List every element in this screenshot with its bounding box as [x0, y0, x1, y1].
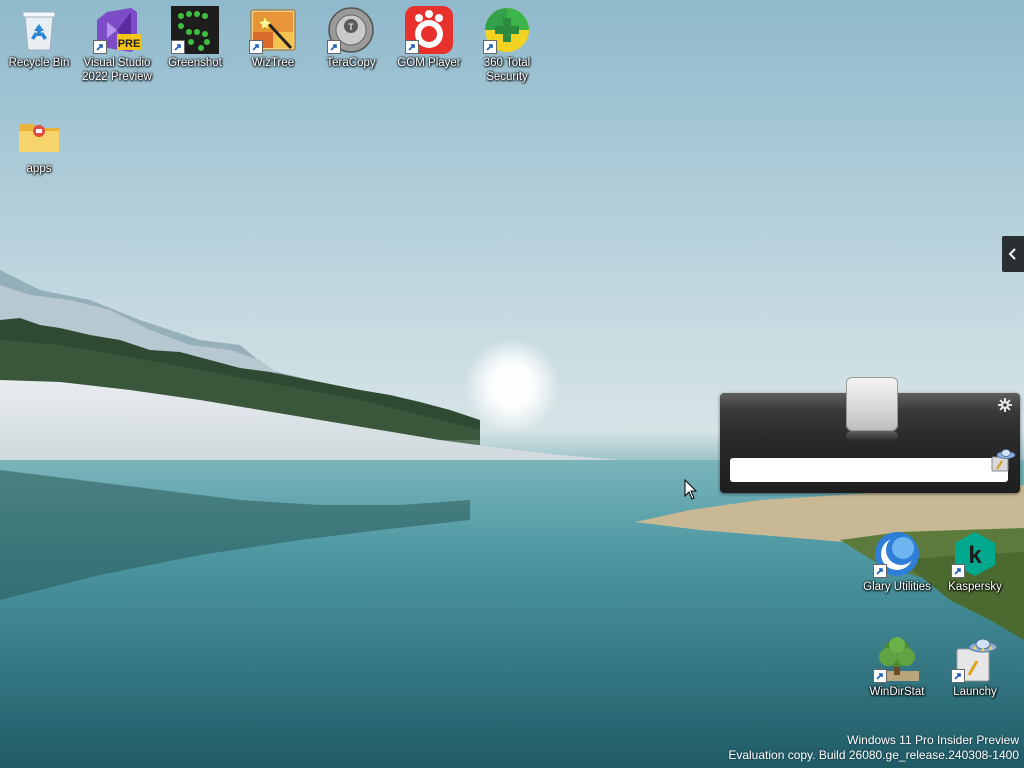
launchy-window[interactable] — [720, 377, 1020, 493]
desktop-icon-gom-player[interactable]: GOM Player — [391, 6, 467, 70]
kaspersky-label: Kaspersky — [948, 581, 1002, 593]
desktop-icon-kaspersky[interactable]: k Kaspersky — [937, 530, 1013, 594]
desktop[interactable]: Recycle Bin PRE Visual Studio 2022 Previ… — [0, 0, 1024, 768]
shortcut-arrow-icon — [951, 564, 965, 578]
shortcut-arrow-icon — [171, 40, 185, 54]
windirstat-label: WinDirStat — [869, 686, 925, 698]
watermark-build: Evaluation copy. Build 26080.ge_release.… — [728, 748, 1019, 762]
watermark-edition: Windows 11 Pro Insider Preview — [847, 733, 1019, 747]
360-total-security-icon — [483, 6, 531, 54]
launchy-search-input[interactable] — [730, 458, 1008, 482]
wiztree-icon — [249, 6, 297, 54]
desktop-icon-teracopy[interactable]: T TeraCopy — [313, 6, 389, 70]
svg-text:T: T — [348, 22, 354, 32]
launchy-icon — [951, 635, 999, 683]
kaspersky-glyph: k — [968, 542, 982, 569]
kaspersky-icon: k — [951, 530, 999, 578]
shortcut-arrow-icon — [483, 40, 497, 54]
desktop-icon-launchy[interactable]: Launchy — [937, 635, 1013, 699]
gom-player-label: GOM Player — [397, 57, 461, 69]
desktop-icon-visual-studio[interactable]: PRE Visual Studio 2022 Preview — [79, 6, 155, 84]
mouse-cursor-icon — [684, 479, 698, 500]
visual-studio-icon: PRE — [93, 6, 141, 54]
shortcut-arrow-icon — [249, 40, 263, 54]
side-panel-expand-button[interactable] — [1002, 236, 1024, 272]
recycle-bin-label: Recycle Bin — [8, 57, 70, 69]
desktop-icon-windirstat[interactable]: WinDirStat — [859, 635, 935, 699]
teracopy-icon: T — [327, 6, 375, 54]
launchy-label: Launchy — [953, 686, 997, 698]
windows-evaluation-watermark: Windows 11 Pro Insider Preview Evaluatio… — [728, 733, 1019, 763]
shortcut-arrow-icon — [951, 669, 965, 683]
360-total-security-label: 360 Total Security — [483, 57, 531, 83]
vs-pre-badge: PRE — [118, 38, 141, 50]
shortcut-arrow-icon — [873, 564, 887, 578]
teracopy-label: TeraCopy — [326, 57, 376, 69]
folder-icon — [15, 112, 63, 160]
desktop-icon-360-total-security[interactable]: 360 Total Security — [469, 6, 545, 84]
launchy-icon — [991, 449, 1016, 472]
chevron-left-icon — [1008, 248, 1016, 260]
desktop-icon-apps-folder[interactable]: apps — [1, 112, 77, 176]
launchy-handle-reflection — [846, 431, 898, 441]
desktop-icon-greenshot[interactable]: Greenshot — [157, 6, 233, 70]
glary-utilities-label: Glary Utilities — [863, 581, 931, 593]
shortcut-arrow-icon — [93, 40, 107, 54]
launchy-drag-handle[interactable] — [846, 377, 898, 431]
gear-icon[interactable] — [998, 398, 1012, 412]
wiztree-label: WizTree — [251, 57, 295, 69]
apps-folder-label: apps — [26, 163, 52, 175]
gom-player-icon — [405, 6, 453, 54]
shortcut-arrow-icon — [405, 40, 419, 54]
shortcut-arrow-icon — [327, 40, 341, 54]
desktop-icon-recycle-bin[interactable]: Recycle Bin — [1, 6, 77, 70]
desktop-icon-wiztree[interactable]: WizTree — [235, 6, 311, 70]
glary-utilities-icon — [873, 530, 921, 578]
greenshot-icon — [171, 6, 219, 54]
windirstat-icon — [873, 635, 921, 683]
greenshot-label: Greenshot — [168, 57, 222, 69]
recycle-bin-icon — [15, 6, 63, 54]
shortcut-arrow-icon — [873, 669, 887, 683]
visual-studio-label: Visual Studio 2022 Preview — [82, 57, 152, 83]
desktop-icon-glary-utilities[interactable]: Glary Utilities — [859, 530, 935, 594]
